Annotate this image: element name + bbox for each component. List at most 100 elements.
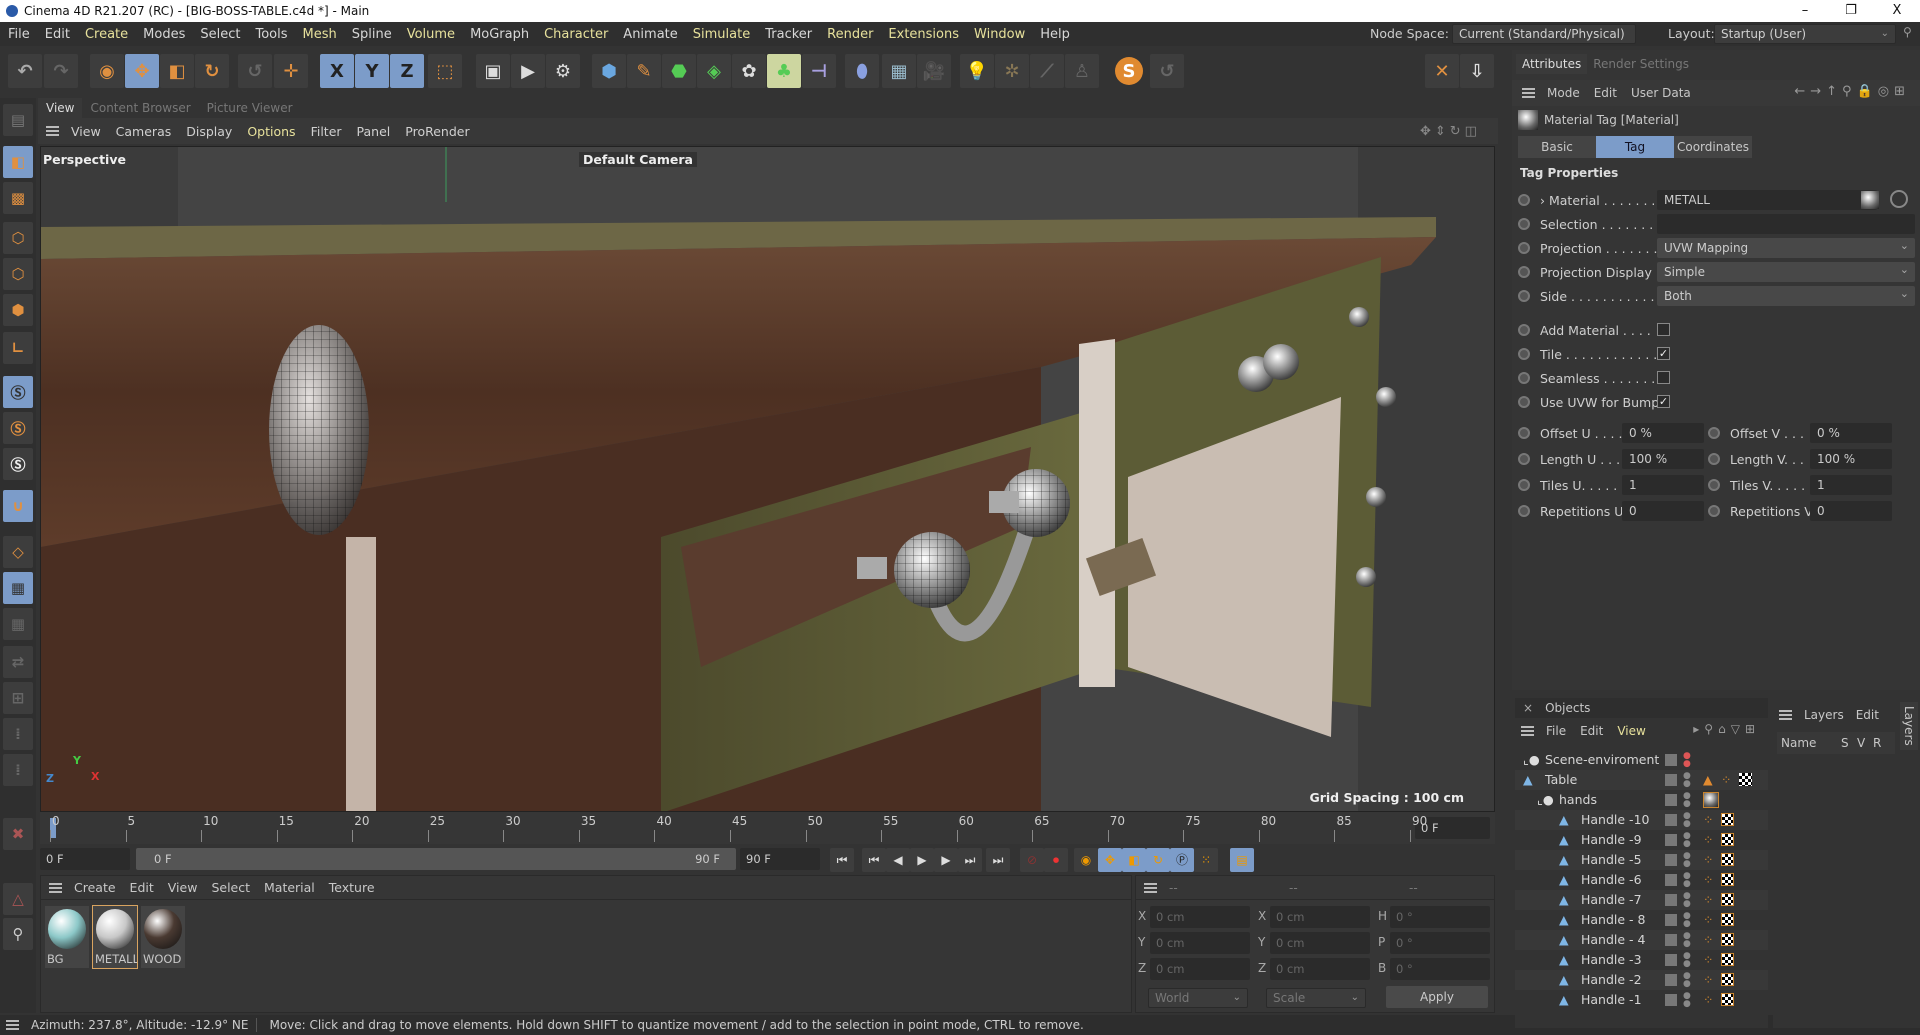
animate-radio-icon[interactable] [1518,242,1530,254]
visibility-dots-icon[interactable]: ● ● [1683,972,1691,989]
menu-select[interactable]: Select [200,27,240,42]
animate-radio-icon[interactable] [1518,194,1530,206]
coord-field[interactable]: 0 cm [1150,906,1250,928]
menu-animate[interactable]: Animate [623,27,677,42]
viewport-navigation-icons[interactable]: ✥⇕↻◫ [1420,124,1481,139]
menu-create[interactable]: Create [85,27,128,42]
layers-side-tab[interactable]: Layers [1900,702,1918,750]
size-mode-dropdown[interactable]: Scale [1266,988,1366,1008]
menu-extensions[interactable]: Extensions [888,27,959,42]
undo-icon[interactable]: ↶ [8,54,42,88]
menu-tools[interactable]: Tools [255,27,287,42]
number-field[interactable]: 1 [1810,475,1892,495]
visibility-dots-icon[interactable]: ● ● [1683,752,1691,769]
projection-dropdown[interactable]: UVW Mapping [1657,236,1915,258]
visibility-dots-icon[interactable]: ● ● [1683,952,1691,969]
hamburger-icon[interactable] [1779,710,1792,720]
number-field[interactable]: 100 % [1622,449,1704,469]
previous-key-icon[interactable]: ⏮ [862,848,886,872]
workplane-icon[interactable]: ◇ [3,536,33,568]
number-field[interactable]: 0 [1622,501,1704,521]
object-name[interactable]: Table [1545,770,1577,790]
object-row[interactable]: ▲ Handle -10 ● ● ⁘ [1515,810,1768,830]
layers-edit-menu[interactable]: Edit [1856,708,1879,722]
coord-field[interactable]: 0 ° [1390,958,1490,980]
deformer-icon[interactable]: ⊣ [802,54,836,88]
number-field[interactable]: 0 % [1622,423,1704,443]
coord-field[interactable]: 0 cm [1270,932,1370,954]
view-menu-panel[interactable]: Panel [357,124,391,139]
pick-material-icon[interactable] [1890,190,1908,208]
tab-view[interactable]: View [38,98,83,118]
phong-tag-icon[interactable]: ⁘ [1703,890,1713,910]
object-name[interactable]: Handle -5 [1581,850,1642,870]
uvw-tag-icon[interactable] [1721,893,1734,906]
objects-menu-view[interactable]: View [1617,724,1645,738]
object-name[interactable]: Handle - 4 [1581,930,1646,950]
view-menu-display[interactable]: Display [186,124,232,139]
object-tag-icon[interactable]: ▲ [1703,770,1713,790]
sculpt-icon[interactable]: ⟋ [1030,54,1064,88]
object-row[interactable]: ▲ Handle -7 ● ● ⁘ [1515,890,1768,910]
end-frame-field[interactable]: 90 F [740,848,820,870]
object-name[interactable]: Handle -10 [1581,810,1649,830]
object-row[interactable]: ▲ Handle -2 ● ● ⁘ [1515,970,1768,990]
side-dropdown[interactable]: Both [1657,284,1915,306]
animate-radio-icon[interactable] [1518,324,1530,336]
planar-workplane-icon[interactable]: ▦ [3,608,33,640]
material-swatch[interactable]: WOOD [141,906,185,968]
light-icon[interactable]: 💡 [960,54,994,88]
record-scale-icon[interactable]: ◧ [1122,848,1146,872]
material-menu-view[interactable]: View [168,880,198,895]
visibility-dots-icon[interactable]: ● ● [1683,812,1691,829]
visibility-dots-icon[interactable]: ● ● [1683,852,1691,869]
restore-button[interactable]: ❐ [1828,0,1874,22]
animate-radio-icon[interactable] [1518,479,1530,491]
edit-visibility-icon[interactable] [1665,754,1677,766]
number-field[interactable]: 100 % [1810,449,1892,469]
edit-visibility-icon[interactable] [1665,774,1677,786]
material-menu-texture[interactable]: Texture [329,880,375,895]
uvw-tag-icon[interactable] [1739,773,1752,786]
animate-radio-icon[interactable] [1518,427,1530,439]
uvw-tag-icon[interactable] [1721,953,1734,966]
object-name[interactable]: Handle -6 [1581,870,1642,890]
tab-content-browser[interactable]: Content Browser [82,98,198,118]
tab-attributes[interactable]: Attributes [1516,54,1588,74]
phong-tag-icon[interactable]: ⁘ [1703,850,1713,870]
animate-radio-icon[interactable] [1518,396,1530,408]
visibility-dots-icon[interactable]: ● ● [1683,892,1691,909]
object-row[interactable]: ⌞● Scene-enviroment ● ● [1515,750,1768,770]
points-mode-icon[interactable]: ⬡ [3,222,33,254]
animate-radio-icon[interactable] [1518,218,1530,230]
material-field[interactable]: METALL [1657,190,1877,210]
viewport-perspective[interactable]: Perspective Default Camera Grid Spacing … [40,146,1495,812]
edges-mode-icon[interactable]: ⬡ [3,258,33,290]
animate-radio-icon[interactable] [1708,427,1720,439]
coord-field[interactable]: 0 ° [1390,932,1490,954]
cloner-icon[interactable]: ✿ [732,54,766,88]
camera-label[interactable]: Default Camera [579,152,697,167]
animate-radio-icon[interactable] [1518,505,1530,517]
scale-tool-icon[interactable]: ◧ [160,54,194,88]
edit-visibility-icon[interactable] [1665,974,1677,986]
edit-visibility-icon[interactable] [1665,834,1677,846]
material-tag-icon[interactable] [1703,792,1719,808]
animate-radio-icon[interactable] [1708,505,1720,517]
snap-magnet-icon[interactable]: ∪ [3,490,33,522]
align-icon[interactable]: ⇄ [3,646,33,678]
render-picture-viewer-icon[interactable]: ▶ [511,54,545,88]
object-row[interactable]: ▲ Table ● ● ▲ ⁘ [1515,770,1768,790]
layout-dropdown[interactable]: Startup (User) [1714,24,1896,44]
next-key-icon[interactable]: ⏭ [958,848,982,872]
view-menu-view[interactable]: View [71,124,101,139]
floor-icon[interactable]: ▦ [882,54,916,88]
axis-mode-icon[interactable]: ∟ [3,332,33,364]
object-name[interactable]: Handle -7 [1581,890,1642,910]
view-menu-prorender[interactable]: ProRender [405,124,469,139]
mograph-icon[interactable]: ♣ [767,54,801,88]
uvw-tag-icon[interactable] [1721,873,1734,886]
pen-icon[interactable]: ✎ [627,54,661,88]
cube-icon[interactable]: ⬢ [592,54,626,88]
grid-dots-icon[interactable]: ⁞ [3,718,33,750]
